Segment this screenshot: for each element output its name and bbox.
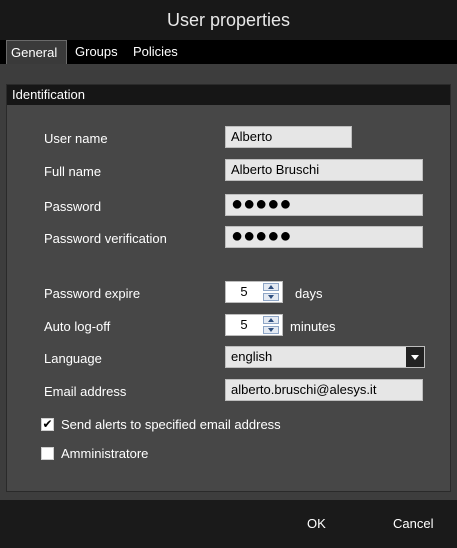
identification-group: Identification User name Alberto Full na…	[6, 84, 451, 492]
administrator-option[interactable]: Amministratore	[41, 445, 148, 461]
administrator-checkbox[interactable]	[41, 446, 54, 460]
administrator-label[interactable]: Amministratore	[61, 446, 148, 461]
ok-button[interactable]: OK	[307, 516, 326, 531]
password-input[interactable]: ●●●●●	[225, 194, 423, 216]
language-selected-value: english	[231, 349, 273, 364]
password-expire-label: Password expire	[44, 286, 141, 301]
user-properties-dialog: User properties General Groups Policies …	[0, 0, 457, 548]
spin-up-icon[interactable]	[263, 283, 279, 291]
auto-logoff-label: Auto log-off	[44, 319, 111, 334]
full-name-input[interactable]: Alberto Bruschi	[225, 159, 423, 181]
language-label: Language	[44, 351, 102, 366]
email-label: Email address	[44, 384, 127, 399]
user-name-input[interactable]: Alberto	[225, 126, 352, 148]
tab-content-general: Identification User name Alberto Full na…	[0, 64, 457, 500]
chevron-down-icon[interactable]	[406, 347, 424, 367]
tab-general[interactable]: General	[6, 40, 67, 64]
full-name-label: Full name	[44, 164, 102, 179]
email-input[interactable]: alberto.bruschi@alesys.it	[225, 379, 423, 401]
tab-groups[interactable]: Groups	[75, 40, 118, 64]
auto-logoff-unit: minutes	[290, 319, 336, 334]
password-expire-value[interactable]: 5	[232, 282, 256, 302]
identification-header: Identification	[7, 85, 450, 105]
password-expire-spinner[interactable]: 5	[225, 281, 283, 303]
spin-up-icon[interactable]	[263, 316, 279, 324]
password-verification-input[interactable]: ●●●●●	[225, 226, 423, 248]
auto-logoff-value[interactable]: 5	[232, 315, 256, 335]
tab-policies[interactable]: Policies	[133, 40, 178, 64]
user-name-label: User name	[44, 131, 108, 146]
auto-logoff-spinner[interactable]: 5	[225, 314, 283, 336]
dialog-footer: OK Cancel	[0, 500, 457, 548]
password-label: Password	[44, 199, 102, 214]
send-alerts-checkbox[interactable]: ✔	[41, 417, 54, 431]
tab-bar: General Groups Policies	[0, 40, 457, 64]
send-alerts-label[interactable]: Send alerts to specified email address	[61, 417, 281, 432]
password-verification-label: Password verification	[44, 231, 167, 246]
spin-down-icon[interactable]	[263, 293, 279, 301]
cancel-button[interactable]: Cancel	[393, 516, 433, 531]
auto-logoff-spin-buttons	[263, 316, 279, 334]
dialog-title: User properties	[0, 0, 457, 40]
send-alerts-option[interactable]: ✔ Send alerts to specified email address	[41, 416, 281, 432]
password-expire-unit: days	[295, 286, 323, 301]
password-expire-spin-buttons	[263, 283, 279, 301]
spin-down-icon[interactable]	[263, 326, 279, 334]
language-select[interactable]: english	[225, 346, 425, 368]
